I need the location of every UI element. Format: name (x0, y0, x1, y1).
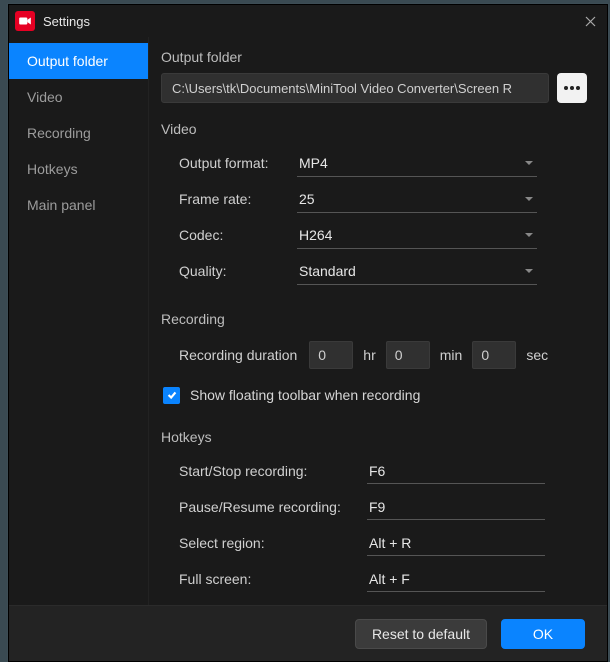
chevron-down-icon (525, 269, 533, 273)
frame-rate-value: 25 (299, 191, 315, 207)
body: Output folder Video Recording Hotkeys Ma… (9, 37, 607, 605)
output-format-label: Output format: (179, 155, 297, 171)
hotkey-start-stop-row: Start/Stop recording: F6 (161, 453, 587, 489)
hotkey-full-screen-field[interactable]: Alt + F (367, 566, 545, 592)
hotkey-pause-resume-field[interactable]: F9 (367, 494, 545, 520)
hotkey-full-screen-row: Full screen: Alt + F (161, 561, 587, 597)
hotkey-pause-resume-label: Pause/Resume recording: (179, 499, 367, 515)
video-heading: Video (161, 121, 587, 137)
show-toolbar-checkbox[interactable] (163, 387, 180, 404)
hotkey-select-region-label: Select region: (179, 535, 367, 551)
ellipsis-icon (564, 86, 580, 90)
output-format-value: MP4 (299, 155, 328, 171)
hotkey-full-screen-label: Full screen: (179, 571, 367, 587)
unit-sec: sec (526, 347, 548, 363)
chevron-down-icon (525, 161, 533, 165)
output-folder-heading: Output folder (161, 49, 587, 65)
settings-window: Settings Output folder Video Recording H… (8, 4, 608, 662)
duration-hr-input[interactable] (309, 341, 353, 369)
hotkey-select-region-field[interactable]: Alt + R (367, 530, 545, 556)
footer: Reset to default OK (9, 605, 607, 661)
sidebar: Output folder Video Recording Hotkeys Ma… (9, 37, 149, 605)
quality-row: Quality: Standard (161, 253, 587, 289)
hotkey-start-stop-field[interactable]: F6 (367, 458, 545, 484)
unit-min: min (440, 347, 463, 363)
close-button[interactable] (573, 5, 607, 37)
codec-select[interactable]: H264 (297, 221, 537, 249)
show-toolbar-label: Show floating toolbar when recording (190, 387, 420, 403)
browse-button[interactable] (557, 73, 587, 103)
close-icon (585, 16, 596, 27)
hotkey-start-stop-label: Start/Stop recording: (179, 463, 367, 479)
codec-value: H264 (299, 227, 332, 243)
window-title: Settings (43, 14, 573, 29)
sidebar-item-main-panel[interactable]: Main panel (9, 187, 148, 223)
duration-sec-input[interactable] (472, 341, 516, 369)
hotkey-pause-resume-row: Pause/Resume recording: F9 (161, 489, 587, 525)
codec-row: Codec: H264 (161, 217, 587, 253)
hotkeys-heading: Hotkeys (161, 429, 587, 445)
show-toolbar-row: Show floating toolbar when recording (161, 379, 587, 411)
codec-label: Codec: (179, 227, 297, 243)
quality-value: Standard (299, 263, 356, 279)
frame-rate-select[interactable]: 25 (297, 185, 537, 213)
output-folder-input[interactable] (161, 73, 549, 103)
check-icon (166, 389, 178, 401)
ok-button[interactable]: OK (501, 619, 585, 649)
output-folder-row (161, 73, 587, 103)
recording-duration-row: Recording duration hr min sec (161, 335, 587, 375)
quality-label: Quality: (179, 263, 297, 279)
frame-rate-label: Frame rate: (179, 191, 297, 207)
sidebar-item-video[interactable]: Video (9, 79, 148, 115)
recording-duration-label: Recording duration (179, 347, 297, 363)
output-format-select[interactable]: MP4 (297, 149, 537, 177)
app-icon (15, 11, 35, 31)
frame-rate-row: Frame rate: 25 (161, 181, 587, 217)
output-format-row: Output format: MP4 (161, 145, 587, 181)
quality-select[interactable]: Standard (297, 257, 537, 285)
sidebar-item-hotkeys[interactable]: Hotkeys (9, 151, 148, 187)
reset-button[interactable]: Reset to default (355, 619, 487, 649)
sidebar-item-recording[interactable]: Recording (9, 115, 148, 151)
sidebar-item-output-folder[interactable]: Output folder (9, 43, 148, 79)
hotkey-select-region-row: Select region: Alt + R (161, 525, 587, 561)
content-pane: Output folder Video Output format: MP4 F… (149, 37, 607, 605)
recording-heading: Recording (161, 311, 587, 327)
chevron-down-icon (525, 233, 533, 237)
titlebar: Settings (9, 5, 607, 37)
unit-hr: hr (363, 347, 375, 363)
chevron-down-icon (525, 197, 533, 201)
duration-min-input[interactable] (386, 341, 430, 369)
